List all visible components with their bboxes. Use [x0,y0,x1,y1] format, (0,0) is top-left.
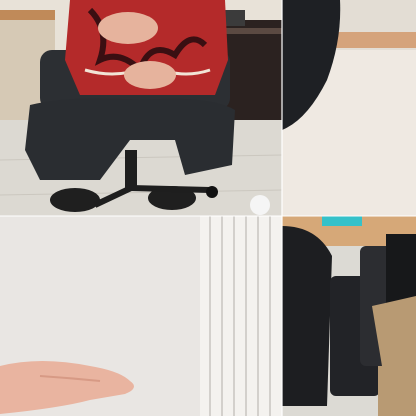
sofa-person-scene [282,216,416,416]
panel-bottom-right [282,216,416,416]
horizontal-divider [0,215,416,217]
panel-top-right [282,0,416,216]
photo-collage [0,0,416,416]
panel-bottom-left [0,216,282,416]
panel-top-left [0,0,282,216]
hair-closeup-scene [282,0,416,216]
vertical-divider [281,0,283,416]
seated-person-scene [0,0,282,216]
hand-blinds-scene [0,216,282,416]
